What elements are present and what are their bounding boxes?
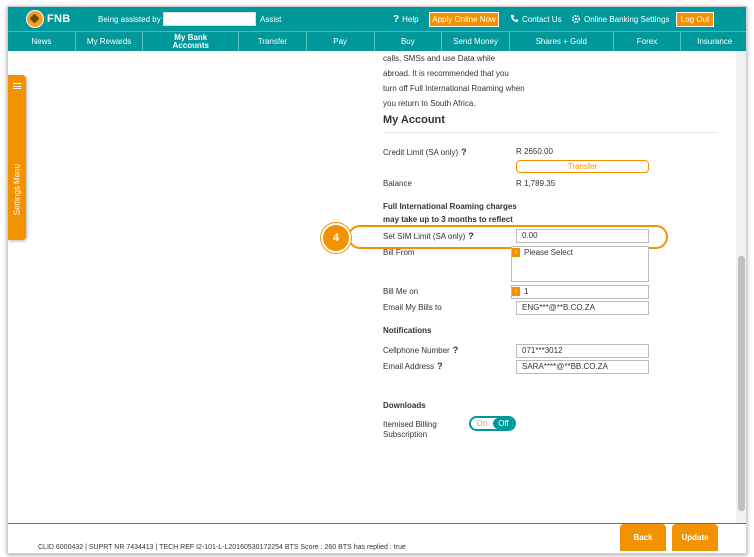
nav-buy[interactable]: Buy xyxy=(375,32,443,51)
help-icon: ? xyxy=(393,14,400,25)
email-address-input[interactable]: SARA****@**BB.CO.ZA xyxy=(516,360,649,374)
sim-limit-text: Set SIM Limit (SA only) xyxy=(383,232,466,241)
logo-text: FNB xyxy=(47,13,71,25)
help-question-icon[interactable]: ? xyxy=(461,147,467,157)
notifications-title: Notifications xyxy=(383,326,432,335)
sim-limit-label: Set SIM Limit (SA only)? xyxy=(383,231,474,241)
bill-from-select[interactable]: Please Select xyxy=(511,246,649,282)
toggle-on-label: On xyxy=(476,419,488,428)
logout-button[interactable]: Log Out xyxy=(676,12,714,27)
email-bills-label: Email My Bills to xyxy=(383,303,442,312)
assist-link[interactable]: Assist xyxy=(260,15,281,24)
chevron-right-icon: › xyxy=(512,287,520,296)
scrollbar-thumb[interactable] xyxy=(738,256,745,511)
assisted-by-input[interactable] xyxy=(163,12,256,26)
downloads-title: Downloads xyxy=(383,401,426,410)
footer-status-text: CLID 6000432 | SUPRT NR 7434413 | TECH R… xyxy=(38,544,406,551)
credit-limit-text: Credit Limit (SA only) xyxy=(383,148,459,157)
online-banking-settings-link[interactable]: Online Banking Settings xyxy=(571,14,669,24)
roaming-note-line1: Full International Roaming charges xyxy=(383,202,517,211)
settings-menu-tab[interactable]: Settings Menu xyxy=(8,75,26,240)
itemised-billing-label: Itemised Billing Subscription xyxy=(383,420,437,440)
itemised-line1: Itemised Billing xyxy=(383,420,437,429)
help-question-icon[interactable]: ? xyxy=(437,361,443,371)
apply-online-button[interactable]: Apply Online Now xyxy=(429,12,499,27)
settings-label: Online Banking Settings xyxy=(584,15,670,24)
sim-limit-input[interactable]: 0.00 xyxy=(516,229,649,243)
gear-icon xyxy=(571,14,581,24)
help-label: Help xyxy=(402,15,419,24)
nav-transfer[interactable]: Transfer xyxy=(239,32,307,51)
itemised-line2: Subscription xyxy=(383,430,428,439)
intro-text: calls, SMSs and use Data while abroad. I… xyxy=(383,51,723,111)
email-bills-input[interactable]: ENG***@**B.CO.ZA xyxy=(516,301,649,315)
nav-shares-gold[interactable]: Shares + Gold xyxy=(510,32,614,51)
transfer-button[interactable]: Transfer xyxy=(516,160,649,173)
credit-limit-value: R 2650.00 xyxy=(516,147,553,156)
chevron-right-icon: › xyxy=(512,248,520,257)
itemised-billing-toggle[interactable]: On Off xyxy=(469,416,516,431)
section-divider xyxy=(383,132,716,133)
bill-from-label: Bill From xyxy=(383,248,415,257)
top-bar: FNB Being assisted by Assist ? Help Apply… xyxy=(8,7,746,31)
footer-bar: CLID 6000432 | SUPRT NR 7434413 | TECH R… xyxy=(8,523,746,553)
bill-me-on-label: Bill Me on xyxy=(383,287,419,296)
nav-my-rewards[interactable]: My Rewards xyxy=(76,32,144,51)
back-button[interactable]: Back xyxy=(620,524,666,551)
assisted-by-label: Being assisted by xyxy=(98,15,161,24)
cellphone-input[interactable]: 071***3012 xyxy=(516,344,649,358)
vertical-scrollbar[interactable] xyxy=(736,51,746,523)
intro-line: abroad. It is recommended that you xyxy=(383,69,509,78)
help-question-icon[interactable]: ? xyxy=(453,345,459,355)
step-number-badge: 4 xyxy=(321,223,351,253)
fnb-tree-icon xyxy=(26,10,44,28)
bill-me-on-select[interactable]: 1 xyxy=(511,285,649,299)
roaming-note-line2: may take up to 3 months to reflect xyxy=(383,215,513,224)
email-address-label: Email Address? xyxy=(383,361,443,371)
intro-line: turn off Full International Roaming when xyxy=(383,84,525,93)
intro-line: you return to South Africa. xyxy=(383,99,476,108)
nav-pay[interactable]: Pay xyxy=(307,32,375,51)
phone-icon xyxy=(510,14,519,23)
nav-insurance[interactable]: Insurance xyxy=(681,32,746,51)
balance-label: Balance xyxy=(383,179,412,188)
update-button[interactable]: Update xyxy=(672,524,718,551)
intro-line: calls, SMSs and use Data while xyxy=(383,54,496,63)
toggle-off-label: Off xyxy=(493,418,514,429)
cellphone-text: Cellphone Number xyxy=(383,346,450,355)
my-account-title: My Account xyxy=(383,114,445,126)
contact-us-link[interactable]: Contact Us xyxy=(510,14,562,24)
main-nav: News My Rewards My Bank Accounts Transfe… xyxy=(8,31,746,51)
cellphone-label: Cellphone Number? xyxy=(383,345,458,355)
nav-news[interactable]: News xyxy=(8,32,76,51)
bill-from-value: Please Select xyxy=(524,248,573,257)
fnb-logo[interactable]: FNB xyxy=(26,10,71,28)
email-address-text: Email Address xyxy=(383,362,435,371)
menu-icon xyxy=(13,83,21,89)
browser-frame: FNB Being assisted by Assist ? Help Apply… xyxy=(7,6,747,554)
credit-limit-label: Credit Limit (SA only)? xyxy=(383,147,467,157)
contact-us-label: Contact Us xyxy=(522,15,562,24)
help-link[interactable]: ? Help xyxy=(393,14,419,25)
nav-send-money[interactable]: Send Money xyxy=(442,32,510,51)
help-question-icon[interactable]: ? xyxy=(468,231,474,241)
nav-forex[interactable]: Forex xyxy=(614,32,682,51)
bill-me-on-value: 1 xyxy=(524,287,529,296)
balance-value: R 1,789.35 xyxy=(516,179,556,188)
nav-my-bank-accounts[interactable]: My Bank Accounts xyxy=(143,32,240,51)
settings-menu-label: Settings Menu xyxy=(12,163,22,216)
